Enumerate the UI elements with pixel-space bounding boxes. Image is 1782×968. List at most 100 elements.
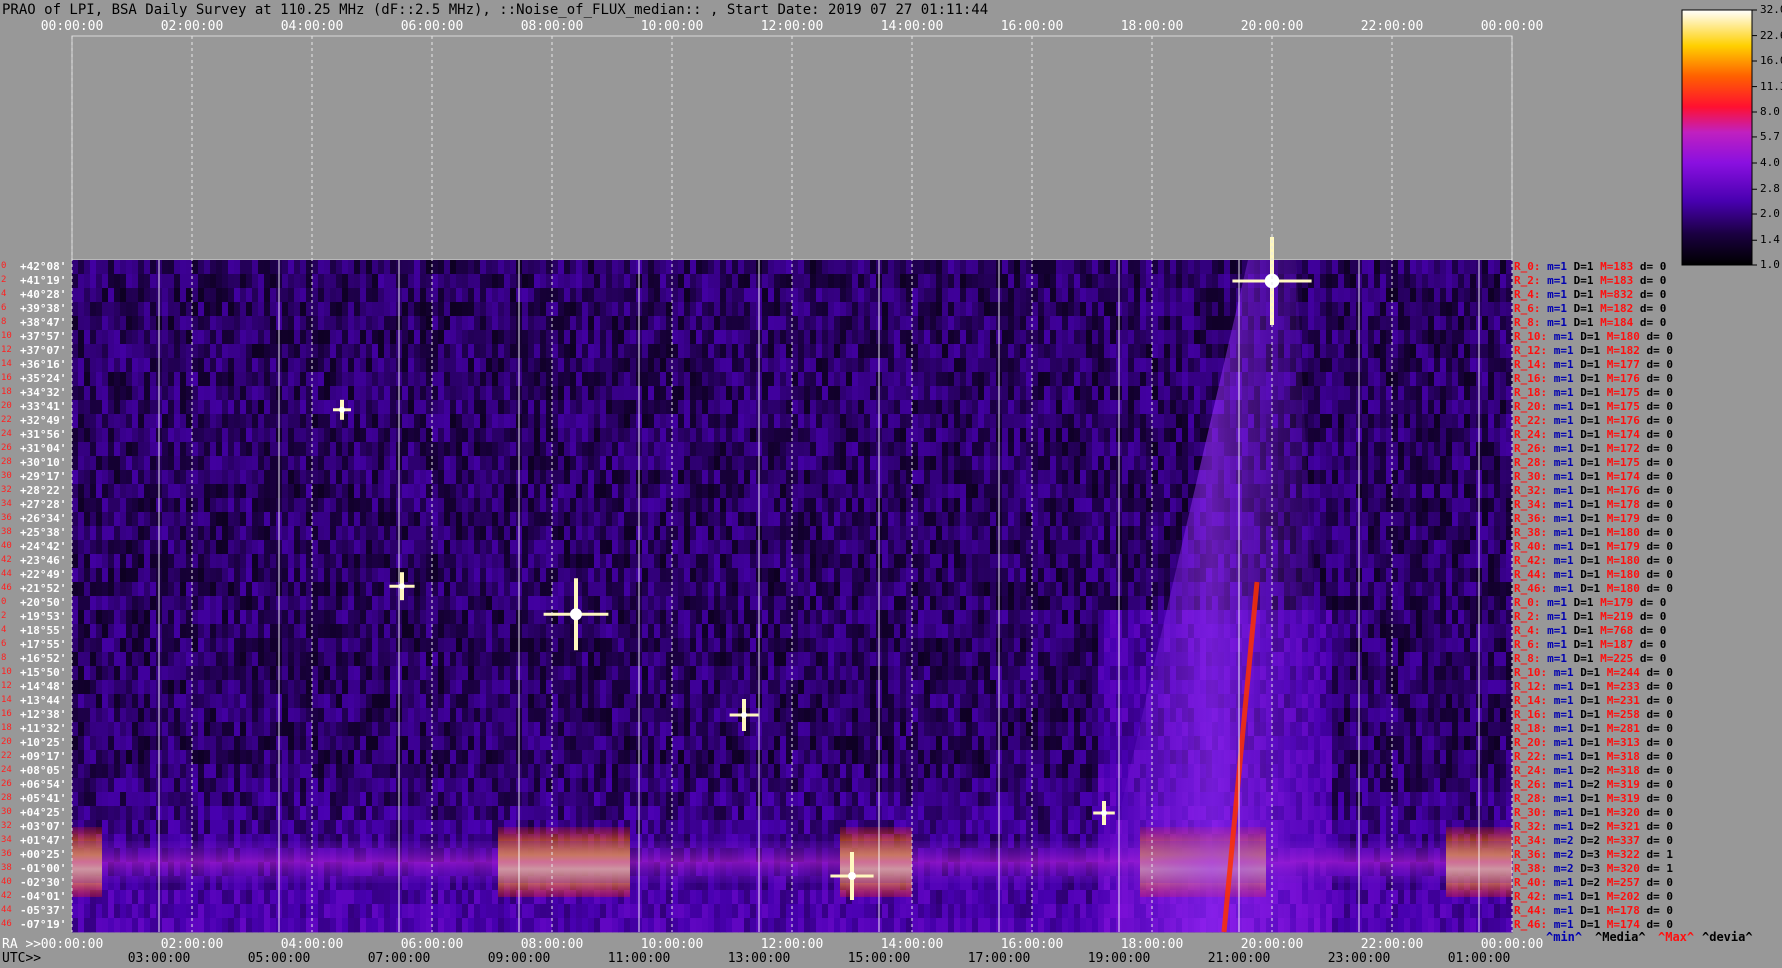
heatmap-cell: [642, 498, 649, 513]
heatmap-cell: [486, 498, 493, 513]
heatmap-cell: [1302, 358, 1309, 373]
heatmap-cell: [288, 344, 295, 359]
heatmap-cell: [240, 456, 247, 471]
heatmap-cell: [192, 316, 199, 331]
heatmap-cell: [1134, 526, 1141, 541]
heatmap-cell: [240, 484, 247, 499]
heatmap-cell: [390, 358, 397, 373]
heatmap-cell: [804, 498, 811, 513]
heatmap-cell: [240, 344, 247, 359]
heatmap-cell: [168, 274, 175, 289]
heatmap-cell: [1002, 442, 1009, 457]
heatmap-cell: [708, 330, 715, 345]
heatmap-cell: [168, 526, 175, 541]
heatmap-cell: [378, 386, 385, 401]
heatmap-cell: [384, 498, 391, 513]
heatmap-cell: [804, 470, 811, 485]
heatmap-cell: [774, 344, 781, 359]
heatmap-cell: [690, 540, 697, 555]
heatmap-cell: [1326, 302, 1333, 317]
heatmap-cell: [180, 344, 187, 359]
heatmap-cell: [870, 288, 877, 303]
heatmap-cell: [474, 358, 481, 373]
heatmap-cell: [180, 442, 187, 457]
heatmap-cell: [966, 316, 973, 331]
heatmap-cell: [372, 456, 379, 471]
heatmap-cell: [126, 484, 133, 499]
heatmap-cell: [468, 386, 475, 401]
heatmap-cell: [384, 260, 391, 275]
heatmap-cell: [1098, 274, 1105, 289]
heatmap-cell: [480, 316, 487, 331]
heatmap-cell: [1056, 302, 1063, 317]
heatmap-cell: [624, 540, 631, 555]
heatmap-cell: [714, 358, 721, 373]
heatmap-cell: [1104, 302, 1111, 317]
heatmap-cell: [498, 386, 505, 401]
heatmap-cell: [240, 372, 247, 387]
heatmap-cell: [978, 372, 985, 387]
heatmap-cell: [1176, 288, 1183, 303]
heatmap-cell: [1098, 386, 1105, 401]
heatmap-cell: [1398, 484, 1405, 499]
heatmap-cell: [606, 428, 613, 443]
heatmap-cell: [456, 386, 463, 401]
heatmap-cell: [960, 498, 967, 513]
heatmap-cell: [1470, 386, 1477, 401]
heatmap-cell: [1092, 302, 1099, 317]
heatmap-cell: [204, 400, 211, 415]
heatmap-cell: [690, 344, 697, 359]
heatmap-cell: [456, 526, 463, 541]
heatmap-cell: [774, 484, 781, 499]
heatmap-cell: [1110, 358, 1117, 373]
heatmap-cell: [108, 386, 115, 401]
heatmap-cell: [330, 400, 337, 415]
heatmap-cell: [828, 498, 835, 513]
heatmap-cell: [798, 540, 805, 555]
heatmap-cell: [282, 316, 289, 331]
heatmap-cell: [480, 540, 487, 555]
heatmap-cell: [600, 442, 607, 457]
heatmap-cell: [330, 484, 337, 499]
heatmap-cell: [618, 344, 625, 359]
heatmap-cell: [978, 288, 985, 303]
heatmap-cell: [1104, 456, 1111, 471]
heatmap-cell: [1482, 260, 1489, 275]
heatmap-cell: [1482, 302, 1489, 317]
heatmap-cell: [372, 302, 379, 317]
heatmap-cell: [1374, 344, 1381, 359]
heatmap-cell: [630, 344, 637, 359]
heatmap-cell: [1044, 302, 1051, 317]
heatmap-cell: [324, 428, 331, 443]
heatmap-cell: [360, 442, 367, 457]
heatmap-cell: [1050, 400, 1057, 415]
heatmap-cell: [1158, 414, 1165, 429]
heatmap-cell: [144, 274, 151, 289]
heatmap-cell: [372, 260, 379, 275]
heatmap-cell: [1500, 498, 1507, 513]
heatmap-cell: [1344, 288, 1351, 303]
heatmap-cell: [108, 512, 115, 527]
heatmap-cell: [642, 484, 649, 499]
heatmap-cell: [576, 372, 583, 387]
heatmap-cell: [1056, 414, 1063, 429]
heatmap-cell: [582, 386, 589, 401]
heatmap-cell: [474, 302, 481, 317]
heatmap-cell: [894, 302, 901, 317]
heatmap-cell: [126, 428, 133, 443]
heatmap-cell: [390, 330, 397, 345]
heatmap-cell: [774, 260, 781, 275]
heatmap-cell: [240, 330, 247, 345]
heatmap-cell: [324, 498, 331, 513]
heatmap-cell: [102, 330, 109, 345]
heatmap-cell: [852, 316, 859, 331]
heatmap-cell: [282, 330, 289, 345]
heatmap-cell: [252, 260, 259, 275]
heatmap-cell: [252, 316, 259, 331]
heatmap-cell: [498, 428, 505, 443]
heatmap-cell: [798, 442, 805, 457]
heatmap-cell: [948, 274, 955, 289]
heatmap-cell: [912, 288, 919, 303]
heatmap-cell: [924, 456, 931, 471]
heatmap-cell: [252, 386, 259, 401]
